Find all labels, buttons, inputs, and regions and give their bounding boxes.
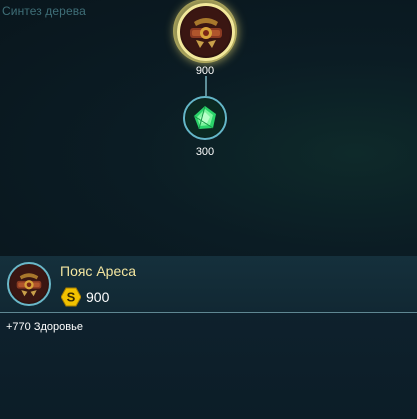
tree-title: Синтез дерева — [2, 4, 86, 18]
tree-node-green-gem[interactable] — [183, 96, 227, 140]
tree-node-ares-belt[interactable] — [173, 0, 237, 63]
item-detail-header: Пояс Ареса S 900 — [0, 256, 417, 312]
item-cost: 900 — [86, 289, 110, 305]
synthesis-tree-panel: Синтез дерева 900 300 — [0, 0, 417, 256]
green-gem-icon — [183, 96, 227, 140]
item-synthesis-screen: Синтез дерева 900 300 Пояс Ареса S 900 +… — [0, 0, 417, 419]
ares-belt-icon — [7, 262, 51, 306]
item-detail-panel: Пояс Ареса S 900 +770 Здоровье — [0, 256, 417, 419]
gold-coin-icon: S — [61, 287, 81, 307]
tree-connector — [205, 76, 207, 96]
divider — [0, 312, 417, 313]
ares-belt-icon — [177, 3, 235, 61]
item-stat-line: +770 Здоровье — [6, 321, 83, 333]
item-name: Пояс Ареса — [60, 263, 137, 279]
tree-node-price-child: 300 — [195, 146, 215, 158]
svg-text:S: S — [67, 290, 76, 305]
